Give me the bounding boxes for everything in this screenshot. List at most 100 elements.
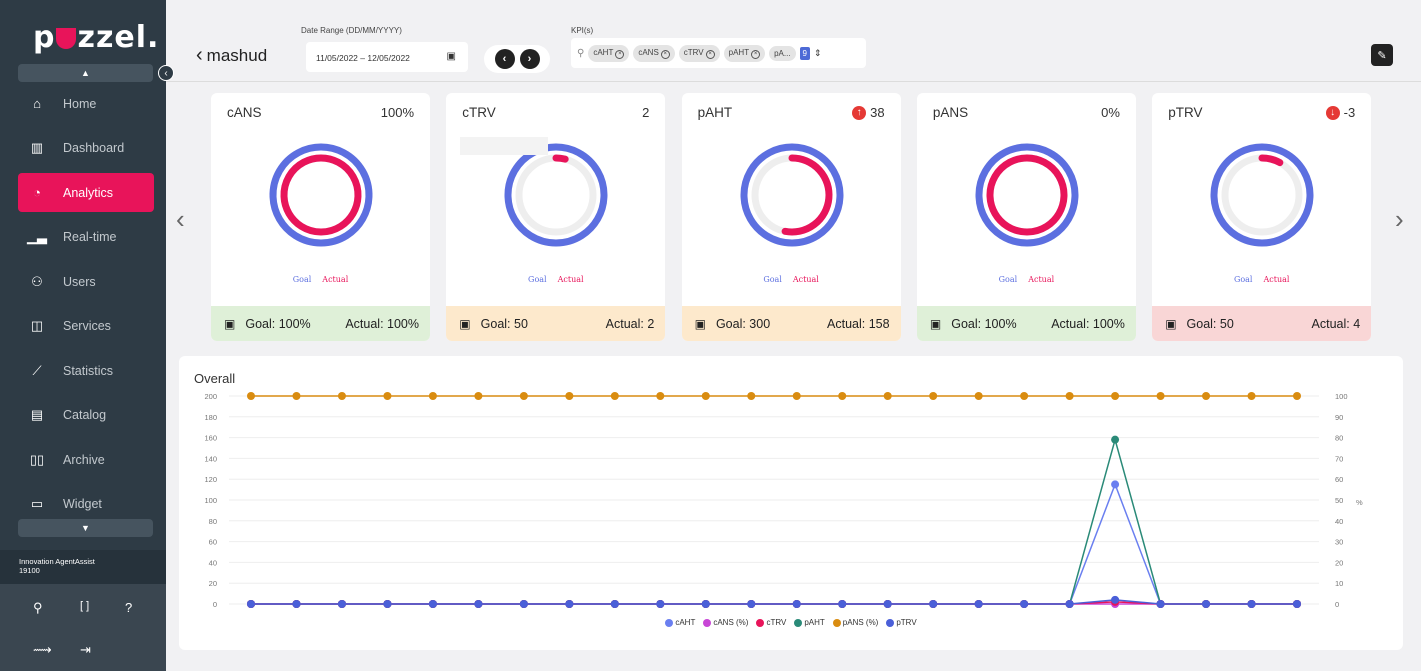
sidebar-item-dashboard[interactable]: ▥ Dashboard (18, 129, 154, 168)
kpi-card-value: ↓ -3 (1325, 105, 1355, 120)
logout-icon[interactable]: ⇥ (80, 642, 91, 658)
archive-icon: ▯▯ (29, 451, 45, 467)
kpi-chip[interactable]: pAHT × (723, 44, 766, 62)
sidebar-item-catalog[interactable]: ▤ Catalog (18, 396, 154, 435)
remove-chip-icon[interactable]: × (660, 49, 670, 59)
data-point (974, 600, 983, 608)
data-point (701, 392, 710, 400)
y-tick-label: 120 (204, 475, 217, 484)
sidebar-scroll-up-button[interactable]: ▲ (18, 64, 153, 82)
dropdown-toggle-icon[interactable]: ⇕ (814, 48, 822, 59)
calendar-check-icon: ▣ (694, 316, 706, 331)
data-point (1202, 392, 1211, 400)
kpi-chip-label: cAHT (593, 47, 614, 57)
kpi-card-paht[interactable]: pAHT ↑ 38 Goal Actual ▣ Goal: 300 Actual: 158 (681, 93, 901, 341)
sidebar-item-statistics[interactable]: ⟋ Statistics (18, 351, 154, 390)
legend-item[interactable]: cAHT (665, 618, 695, 627)
sidebar-item-label: Analytics (63, 185, 114, 200)
kpi-label: KPI(s) (571, 26, 594, 35)
puzzel-logo[interactable]: p zzel. (33, 20, 159, 55)
y2-axis-label: % (1356, 498, 1363, 507)
activity-icon[interactable]: ⟿ (33, 642, 52, 658)
goal-text: Goal: 300 (715, 316, 771, 331)
actual-text: Actual: 4 (1311, 316, 1361, 331)
data-point (1111, 595, 1120, 604)
kpi-chip[interactable]: cAHT × (588, 44, 630, 62)
legend-item[interactable]: cTRV (756, 618, 786, 627)
back-button[interactable]: ‹ mashud (196, 44, 267, 67)
legend-item[interactable]: cANS (%) (703, 618, 748, 627)
kpi-chip[interactable]: cTRV × (678, 44, 720, 62)
remove-chip-icon[interactable]: × (615, 49, 625, 59)
back-label: mashud (206, 46, 268, 65)
sidebar-item-home[interactable]: ⌂ Home (18, 84, 154, 123)
kpi-selector[interactable]: ⚲ cAHT × cANS × cTRV × pAHT × pA... 9 ⇕ (571, 38, 866, 68)
kpi-value-text: 38 (870, 105, 885, 120)
y-tick-label: 100 (204, 496, 217, 505)
next-period-button[interactable]: › (519, 49, 540, 69)
data-point (1020, 600, 1029, 608)
previous-period-button[interactable]: ‹ (494, 49, 515, 69)
sidebar-item-services[interactable]: ◫ Services (18, 307, 154, 346)
sidebar-item-widget[interactable]: ▭ Widget (18, 485, 154, 524)
kpi-card-title: cTRV (462, 105, 496, 120)
user-profile-icon[interactable]: ⚲ (33, 600, 43, 616)
cards-next-arrow[interactable]: › (1395, 204, 1404, 235)
actual-legend: Actual (322, 275, 349, 284)
kpi-chip-label: cTRV (683, 47, 704, 57)
widget-icon: ▭ (30, 496, 44, 511)
sidebar-item-archive[interactable]: ▯▯ Archive (18, 440, 154, 479)
remove-chip-icon[interactable]: × (705, 49, 715, 59)
sidebar-item-analytics[interactable]: ◔ Analytics (18, 173, 154, 212)
y2-tick-label: 70 (1335, 454, 1343, 463)
sidebar-item-users[interactable]: ⚇ Users (18, 262, 154, 301)
goal-legend: Goal (1233, 275, 1253, 284)
y-tick-label: 140 (204, 454, 217, 463)
actual-ring (280, 154, 362, 236)
analytics-icon: ◔ (33, 185, 41, 200)
data-point (838, 392, 847, 400)
remove-chip-icon[interactable]: × (751, 49, 761, 59)
cards-prev-arrow[interactable]: ‹ (176, 204, 185, 235)
settings-wrench-button[interactable]: ✎ (1371, 44, 1393, 66)
kpi-card-ctrv[interactable]: cTRV 2 Goal Actual ▣ Goal: 50 Actual: 2 (446, 93, 666, 341)
sidebar-item-label: Users (63, 274, 96, 289)
sidebar-scroll-down-button[interactable]: ▼ (18, 519, 153, 537)
legend-swatch (794, 618, 803, 627)
legend-item[interactable]: pANS (%) (832, 618, 878, 627)
legend-item[interactable]: pTRV (886, 618, 917, 627)
y2-tick-label: 0 (1335, 600, 1339, 609)
kpi-chip[interactable]: cANS × (633, 44, 675, 62)
goal-actual-donut (975, 143, 1079, 247)
kpi-chip[interactable]: pA... (769, 45, 796, 61)
calendar-check-icon: ▣ (459, 316, 471, 331)
legend-swatch (756, 618, 765, 627)
y2-tick-label: 60 (1335, 475, 1343, 484)
goal-text: Goal: 50 (1186, 316, 1234, 331)
data-point (383, 392, 392, 400)
chevron-down-icon: ▼ (81, 523, 90, 533)
legend-swatch (832, 618, 841, 627)
data-point (383, 600, 392, 608)
kpi-card-cans[interactable]: cANS 100% Goal Actual ▣ Goal: 100% Actual: 100… (211, 93, 430, 341)
kpi-card-pans[interactable]: pANS 0% Goal Actual ▣ Goal: 100% Actual: 100% (916, 93, 1136, 341)
actual-ring (1258, 154, 1284, 167)
date-range-picker[interactable]: 11/05/2022 – 12/05/2022 ▣ (306, 42, 468, 72)
y2-tick-label: 80 (1335, 434, 1343, 443)
kpi-card-title: cANS (227, 105, 262, 120)
org-name: Innovation AgentAssist (19, 557, 95, 566)
kpi-card-value: 2 (642, 105, 649, 120)
dashboard-icon: ▥ (30, 140, 44, 155)
data-point (656, 600, 665, 608)
data-point (1111, 480, 1120, 489)
data-point (247, 392, 255, 400)
legend-item[interactable]: pAHT (794, 618, 825, 627)
calendar-icon[interactable]: ▣ (447, 51, 456, 62)
goal-text: Goal: 100% (245, 316, 311, 331)
kpi-card-ptrv[interactable]: pTRV ↓ -3 Goal Actual ▣ Goal: 50 Actual: 4 (1152, 93, 1372, 341)
fullscreen-icon[interactable]: [ ] (80, 600, 89, 612)
help-icon[interactable]: ? (125, 600, 132, 615)
y-tick-label: 200 (204, 392, 217, 401)
legend-swatch (886, 618, 895, 627)
sidebar-item-realtime[interactable]: ▁▃ Real-time (18, 218, 154, 257)
